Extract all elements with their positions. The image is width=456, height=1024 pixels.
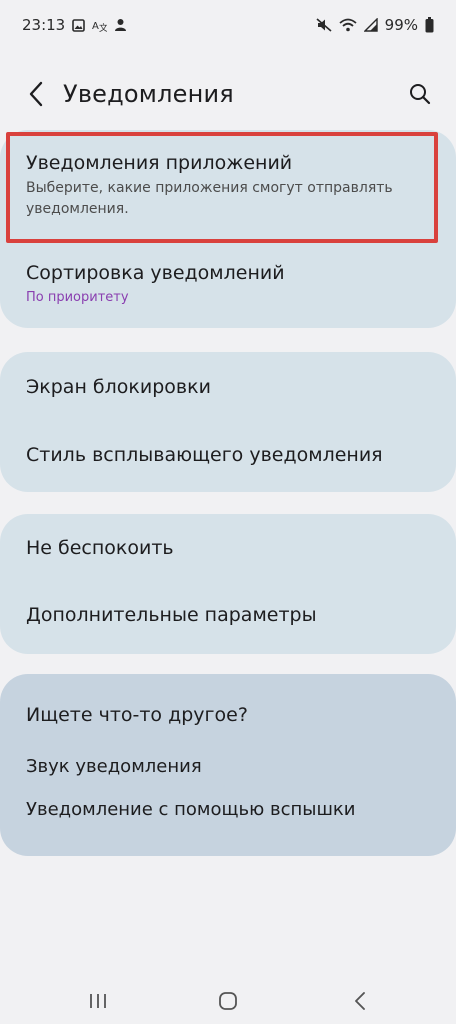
settings-group-3 (0, 514, 456, 654)
notification-sorting-title: Сортировка уведомлений (26, 262, 285, 284)
home-icon (218, 991, 238, 1015)
recents-icon (88, 992, 108, 1014)
chevron-left-icon (28, 81, 44, 111)
lock-screen-item[interactable]: Экран блокировки (0, 376, 456, 398)
popup-style-item[interactable]: Стиль всплывающего уведомления (0, 444, 456, 466)
nav-back-button[interactable] (340, 988, 380, 1018)
search-button[interactable] (402, 78, 438, 114)
gallery-icon (72, 18, 86, 32)
svg-text:A: A (92, 21, 99, 32)
highlight-frame (6, 132, 438, 243)
navigation-bar (0, 980, 456, 1024)
search-icon (409, 83, 431, 109)
home-button[interactable] (208, 988, 248, 1018)
status-left: 23:13 A文 (22, 16, 127, 34)
status-bar: 23:13 A文 99% (0, 0, 456, 50)
lock-screen-title: Экран блокировки (26, 376, 211, 398)
advanced-settings-title: Дополнительные параметры (26, 604, 317, 626)
do-not-disturb-title: Не беспокоить (26, 537, 174, 559)
battery-percent: 99% (384, 16, 418, 34)
back-icon (353, 991, 367, 1015)
notification-sorting-value: По приоритету (26, 290, 129, 305)
popup-style-title: Стиль всплывающего уведомления (26, 444, 383, 466)
flash-notification-link[interactable]: Уведомление с помощью вспышки (26, 799, 355, 820)
recents-button[interactable] (78, 988, 118, 1018)
wifi-icon (339, 18, 357, 32)
status-right: 99% (316, 16, 434, 34)
notification-sorting-item[interactable]: Сортировка уведомлений По приоритету (0, 262, 456, 308)
page-title: Уведомления (63, 80, 234, 108)
person-icon (114, 18, 127, 32)
suggestions-heading: Ищете что-то другое? (26, 704, 248, 726)
signal-icon (363, 18, 378, 32)
translate-icon: A文 (92, 18, 107, 32)
status-time: 23:13 (22, 16, 66, 34)
do-not-disturb-item[interactable]: Не беспокоить (0, 537, 456, 559)
app-header: Уведомления (0, 68, 456, 124)
back-button[interactable] (18, 78, 54, 114)
mute-icon (316, 18, 332, 32)
svg-text:文: 文 (99, 22, 107, 32)
settings-group-2 (0, 352, 456, 492)
battery-icon (425, 17, 434, 33)
advanced-settings-item[interactable]: Дополнительные параметры (0, 604, 456, 626)
notification-sound-link[interactable]: Звук уведомления (26, 756, 202, 777)
